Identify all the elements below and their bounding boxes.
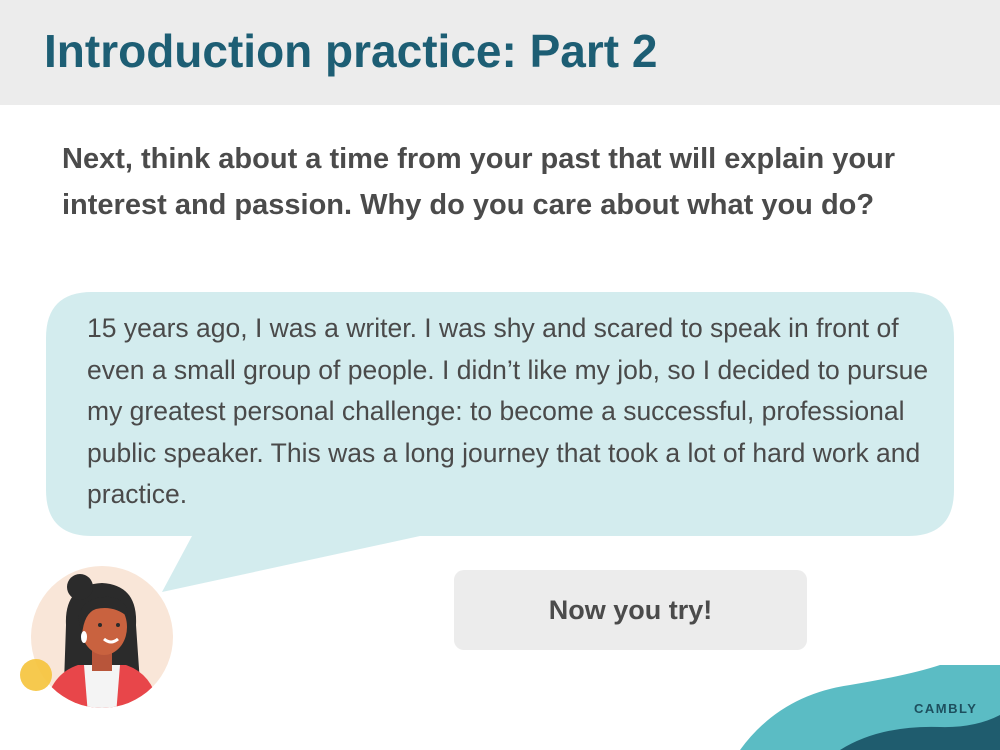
cambly-logo: CAMBLY: [914, 701, 978, 716]
woman-avatar-icon: [20, 566, 173, 708]
speech-bubble-text: 15 years ago, I was a writer. I was shy …: [87, 313, 929, 509]
now-you-try-button[interactable]: Now you try!: [454, 570, 807, 650]
